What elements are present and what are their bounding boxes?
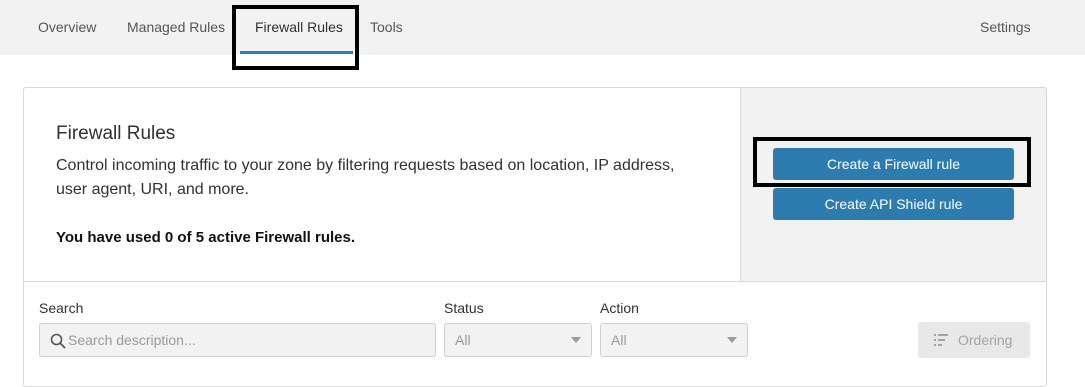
tab-firewall-rules[interactable]: Firewall Rules bbox=[255, 0, 343, 55]
card-actions-panel bbox=[740, 88, 1046, 281]
create-firewall-rule-button[interactable]: Create a Firewall rule bbox=[773, 148, 1014, 180]
status-label: Status bbox=[444, 300, 484, 316]
top-navigation: Overview Managed Rules Firewall Rules To… bbox=[0, 0, 1085, 55]
chevron-down-icon bbox=[727, 337, 737, 343]
action-label: Action bbox=[600, 300, 639, 316]
action-select-value: All bbox=[611, 332, 627, 348]
list-order-icon bbox=[934, 334, 948, 346]
ordering-label: Ordering bbox=[958, 332, 1013, 348]
panel-description: Control incoming traffic to your zone by… bbox=[56, 157, 675, 198]
card-divider bbox=[24, 281, 1046, 282]
usage-text: You have used 0 of 5 active Firewall rul… bbox=[56, 229, 356, 246]
status-select-value: All bbox=[455, 332, 471, 348]
tab-settings[interactable]: Settings bbox=[980, 0, 1031, 55]
create-api-shield-rule-button[interactable]: Create API Shield rule bbox=[773, 188, 1014, 220]
chevron-down-icon bbox=[571, 337, 581, 343]
search-field[interactable] bbox=[39, 323, 436, 357]
ordering-button[interactable]: Ordering bbox=[918, 322, 1030, 358]
search-icon bbox=[50, 333, 66, 349]
tab-overview[interactable]: Overview bbox=[38, 0, 96, 55]
search-input[interactable] bbox=[68, 324, 428, 356]
page-title: Firewall Rules bbox=[56, 123, 176, 144]
action-select[interactable]: All bbox=[600, 323, 748, 357]
status-select[interactable]: All bbox=[444, 323, 592, 357]
search-label: Search bbox=[39, 300, 84, 316]
tab-tools[interactable]: Tools bbox=[370, 0, 403, 55]
active-tab-indicator bbox=[240, 51, 353, 54]
tab-managed-rules[interactable]: Managed Rules bbox=[127, 0, 225, 55]
